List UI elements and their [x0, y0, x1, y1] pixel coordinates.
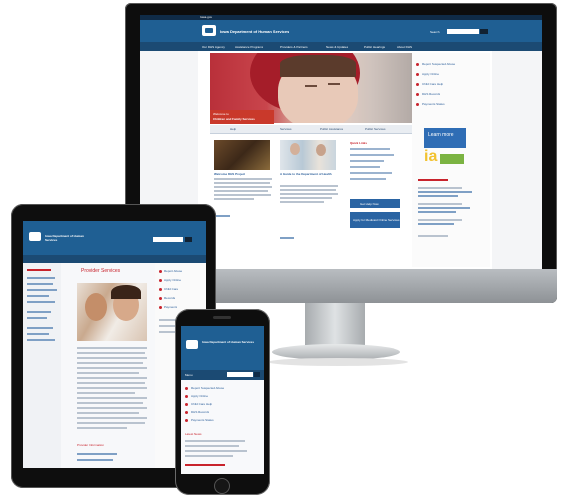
article-1-title[interactable]: Welcome DHS Project — [214, 172, 245, 176]
nav-item-2[interactable]: Providers & Partners — [280, 45, 308, 49]
tab-3[interactable]: Public Services — [365, 127, 386, 131]
tablet-side-link-3[interactable]: Records — [164, 296, 175, 300]
phone-screen: Iowa Department of Human Services Menu R… — [181, 326, 264, 474]
side-link-2[interactable]: Child Care Help — [422, 82, 443, 86]
tablet-left-menu — [23, 263, 61, 468]
hero-caption-title: Welcome to — [213, 112, 229, 116]
desktop-search-input[interactable] — [447, 29, 479, 34]
tablet-header: Iowa Department of Human Services — [23, 221, 206, 255]
nav-item-0[interactable]: Our DHS Agency — [202, 45, 225, 49]
phone-link-0[interactable]: Report Suspected Abuse — [191, 386, 224, 390]
phone-header: Iowa Department of Human Services — [181, 326, 264, 370]
side-link-4[interactable]: Payments Status — [422, 102, 445, 106]
nav-item-4[interactable]: Public Hearings — [364, 45, 385, 49]
learn-more-label: Learn more — [428, 132, 454, 138]
tablet-footer-heading: Provider Information — [77, 443, 105, 447]
hero-caption-text: Children and Family Services — [213, 117, 255, 121]
monitor-stand-shadow — [268, 358, 408, 366]
phone-device: Iowa Department of Human Services Menu R… — [175, 309, 270, 495]
tablet-page-heading: Provider Services — [81, 268, 121, 274]
phone-menu-button[interactable]: Menu — [185, 373, 193, 377]
tablet-hero-image — [77, 283, 147, 341]
tab-2[interactable]: Public Assistance — [320, 127, 343, 131]
phone-site-title[interactable]: Iowa Department of Human Services — [202, 340, 257, 344]
tablet-side-link-2[interactable]: Child Care — [164, 287, 178, 291]
phone-link-2[interactable]: Child Care Help — [191, 402, 212, 406]
tablet-side-link-0[interactable]: Report Abuse — [164, 269, 182, 273]
ia-logo[interactable]: ia — [424, 148, 466, 167]
tab-1[interactable]: Services — [280, 127, 292, 131]
tab-0[interactable]: Help — [230, 127, 236, 131]
get-help-button[interactable]: Get Help Now — [350, 199, 400, 208]
tablet-side-link-1[interactable]: Apply Online — [164, 278, 181, 282]
tablet-search-input[interactable] — [153, 237, 183, 242]
article-2-image[interactable] — [280, 140, 336, 170]
iowa-gov-link[interactable]: Iowa.gov — [200, 15, 212, 19]
side-link-3[interactable]: DHS Records — [422, 92, 440, 96]
phone-logo-icon[interactable] — [186, 340, 198, 349]
tablet-logo-icon[interactable] — [29, 232, 41, 241]
desktop-site-title[interactable]: Iowa Department of Human Services — [220, 29, 289, 34]
article-2-title[interactable]: A Guide to the Department of Health — [280, 172, 340, 176]
quick-links-heading: Quick Links — [350, 141, 368, 145]
phone-menu-bar: Menu — [181, 370, 264, 380]
desktop-header: Iowa Department of Human Services Search — [140, 20, 542, 42]
tablet-site-title[interactable]: Iowa Department of Human Services — [45, 234, 95, 242]
nav-item-5[interactable]: About DHS — [397, 45, 412, 49]
learn-more-badge[interactable]: Learn more — [424, 128, 466, 148]
ia-logo-text: ia — [424, 148, 438, 165]
nav-item-3[interactable]: News & Updates — [326, 45, 348, 49]
phone-link-1[interactable]: Apply Online — [191, 394, 208, 398]
get-help-label: Get Help Now — [360, 202, 379, 206]
phone-link-4[interactable]: Payments Status — [191, 418, 214, 422]
phone-link-3[interactable]: DHS Records — [191, 410, 209, 414]
article-2-person — [290, 143, 300, 155]
phone-speaker — [213, 316, 231, 319]
article-1-image[interactable] — [214, 140, 270, 170]
desktop-tabs: Help Services Public Assistance Public S… — [210, 125, 412, 134]
desktop-nav: Our DHS Agency Assistance Programs Provi… — [140, 42, 542, 51]
desktop-search-button[interactable] — [480, 29, 488, 34]
apply-medicaid-button[interactable]: Apply for Medicaid Online Services — [350, 212, 400, 228]
monitor-stand-neck — [305, 303, 365, 348]
side-link-0[interactable]: Report Suspected Abuse — [422, 62, 455, 66]
nav-item-1[interactable]: Assistance Programs — [235, 45, 263, 49]
article-2-person — [316, 144, 326, 156]
phone-search-input[interactable] — [227, 372, 253, 377]
hero-caption[interactable]: Welcome to Children and Family Services — [210, 110, 274, 124]
apply-medicaid-label: Apply for Medicaid Online Services — [353, 218, 400, 222]
phone-section-heading: Latest News — [185, 432, 202, 436]
side-link-1[interactable]: Apply Online — [422, 72, 439, 76]
tablet-search-button[interactable] — [185, 237, 192, 242]
dhs-logo-icon[interactable] — [202, 25, 216, 36]
tablet-side-link-4[interactable]: Payments — [164, 305, 177, 309]
tablet-nav — [23, 255, 206, 263]
phone-search-button[interactable] — [254, 372, 260, 377]
desktop-search-label: Search — [430, 30, 440, 34]
phone-home-button[interactable] — [214, 478, 230, 494]
